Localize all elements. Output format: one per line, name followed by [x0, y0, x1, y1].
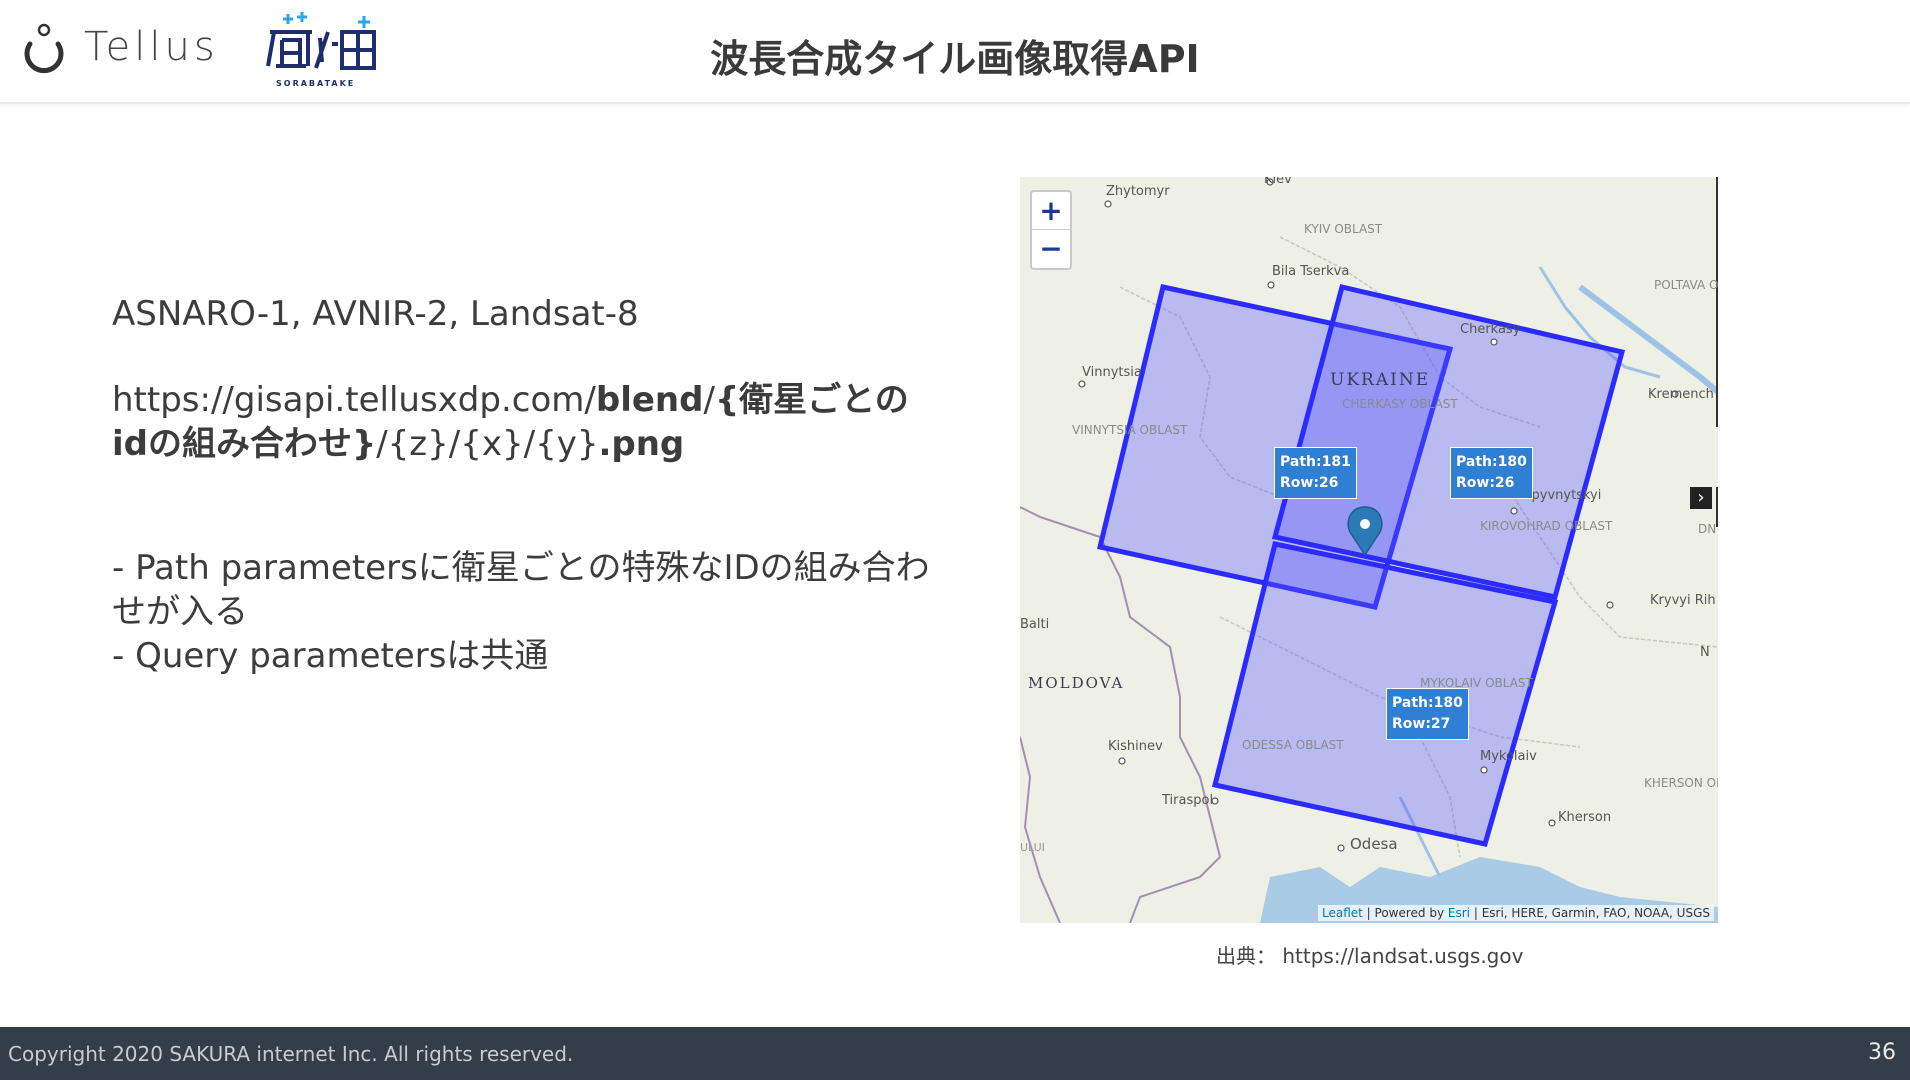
url-prefix: https://gisapi.tellusxdp.com/ [112, 380, 596, 420]
map-attribution: Leaflet | Powered by Esri | Esri, HERE, … [1318, 905, 1714, 921]
scene-label-path181-row26[interactable]: Path:181 Row:26 [1274, 447, 1357, 499]
bullet-query-params: - Query parametersは共通 [112, 636, 549, 676]
map-label-dn: DN [1698, 522, 1717, 536]
map-label-kiev: Kiev [1264, 177, 1292, 187]
map-label-n: N [1700, 645, 1710, 660]
map-label-poltava-oblast: POLTAVA OBLAST [1654, 278, 1718, 292]
map-label-ukraine: UKRAINE [1330, 370, 1431, 390]
map-label-zhytomyr: Zhytomyr [1106, 184, 1170, 199]
page-number: 36 [1868, 1040, 1896, 1065]
url-tile-coords: /{z}/{x}/{y} [376, 424, 599, 464]
sensor-list: ASNARO-1, AVNIR-2, Landsat-8 [112, 294, 639, 334]
slide-body: ASNARO-1, AVNIR-2, Landsat-8 https://gis… [112, 292, 932, 678]
scene-label-path180-row27[interactable]: Path:180 Row:27 [1386, 688, 1469, 740]
url-blend: blend [595, 380, 704, 420]
sorabatake-logo-icon: SORABATAKE [266, 12, 376, 88]
map-label-bila-tserkva: Bila Tserkva [1272, 264, 1350, 279]
map-label-odesa: Odesa [1350, 835, 1398, 853]
map-label-kryvyi-rih: Kryvyi Rih [1650, 593, 1716, 608]
slide-footer: Copyright 2020 SAKURA internet Inc. All … [0, 1027, 1910, 1080]
esri-link[interactable]: Esri [1448, 906, 1470, 920]
zoom-out-button[interactable]: − [1032, 230, 1070, 267]
map-background [1020, 177, 1718, 923]
url-ext: .png [598, 424, 685, 464]
map-label-ului: ULUI [1020, 841, 1045, 854]
tellus-logo-text: Tellus [84, 24, 219, 70]
map-label-mykolaiv: Mykolaiv [1480, 749, 1537, 764]
footprint-path180-row26[interactable] [1271, 284, 1626, 600]
scene-path: Path:180 [1456, 454, 1527, 470]
scene-path: Path:181 [1280, 454, 1351, 470]
svg-text:SORABATAKE: SORABATAKE [276, 79, 355, 88]
attribution-sources: | Esri, HERE, Garmin, FAO, NOAA, USGS [1470, 906, 1710, 920]
map-label-vinnytsia: Vinnytsia [1082, 365, 1142, 380]
attribution-powered: | Powered by [1362, 906, 1448, 920]
zoom-control: + − [1030, 190, 1072, 270]
landsat-map[interactable]: + − Zhytomyr Kiev KYIV OBLAST Bila Tserk… [1020, 177, 1718, 923]
map-label-odessa-oblast: ODESSA OBLAST [1242, 738, 1344, 752]
endpoint-url: https://gisapi.tellusxdp.com/blend/{衛星ごと… [112, 378, 932, 466]
bullet-path-params: - Path parametersに衛星ごとの特殊なIDの組み合わせが入る [112, 548, 930, 632]
scene-path: Path:180 [1392, 695, 1463, 711]
scene-row: Row:27 [1392, 716, 1451, 732]
scene-row: Row:26 [1456, 475, 1515, 491]
map-label-moldova: MOLDOVA [1028, 674, 1125, 692]
map-label-cherkasy: Cherkasy [1460, 322, 1521, 337]
map-label-kirovohrad-oblast: KIROVOHRAD OBLAST [1480, 519, 1613, 533]
leaflet-link[interactable]: Leaflet [1322, 906, 1363, 920]
layers-expand-icon[interactable]: › [1690, 487, 1712, 509]
scene-row: Row:26 [1280, 475, 1339, 491]
map-label-balti: Balti [1020, 617, 1050, 632]
map-label-tiraspol: Tiraspol [1162, 793, 1214, 808]
map-label-kherson-oblast: KHERSON OBLAST [1644, 776, 1718, 790]
map-label-kishinev: Kishinev [1108, 739, 1163, 754]
map-label-kyiv-oblast: KYIV OBLAST [1304, 222, 1383, 236]
map-label-cherkasy-oblast: CHERKASY OBLAST [1342, 397, 1458, 411]
zoom-in-button[interactable]: + [1032, 192, 1070, 230]
map-source-caption: 出典： https://landsat.usgs.gov [1216, 944, 1524, 968]
map-label-kherson: Kherson [1558, 810, 1612, 825]
slide-header: Tellus SORABATAKE 波長合成タイル画像取得API [0, 0, 1910, 104]
slide-title: 波長合成タイル画像取得API [710, 37, 1200, 81]
map-label-vinnytsia-oblast: VINNYTSIA OBLAST [1072, 423, 1188, 437]
tellus-logo-icon [24, 23, 64, 74]
copyright-text: Copyright 2020 SAKURA internet Inc. All … [8, 1042, 574, 1066]
url-sep: / [703, 380, 715, 420]
footprint-path180-row27[interactable] [1211, 541, 1559, 847]
scene-label-path180-row26[interactable]: Path:180 Row:26 [1450, 447, 1533, 499]
map-label-kremench: Kremench [1648, 387, 1714, 402]
